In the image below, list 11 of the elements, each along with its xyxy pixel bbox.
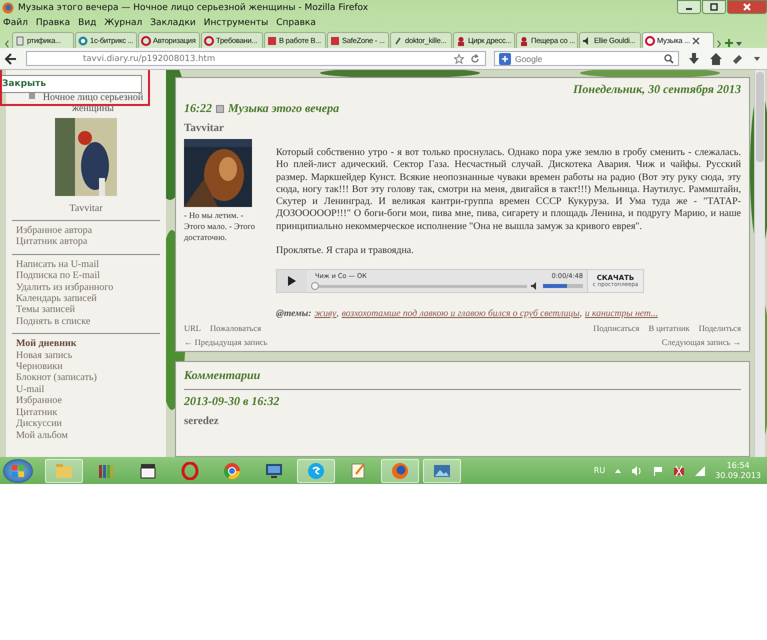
menu-item[interactable]: Журнал — [104, 18, 142, 28]
menu-item[interactable]: Закладки — [150, 18, 196, 28]
search-input[interactable]: Google — [515, 54, 660, 64]
menu-item[interactable]: Файл — [3, 18, 28, 28]
window-title: Музыка этого вечера — Ночное лицо серьезной женщины - Mozilla Firefox — [18, 3, 368, 13]
menu-item[interactable]: Правка — [36, 18, 70, 28]
menu-item[interactable]: Справка — [276, 18, 316, 28]
menu-item[interactable]: Инструменты — [204, 18, 268, 28]
search-field[interactable]: Google — [494, 51, 679, 66]
address-field[interactable]: tavvi.diary.ru/p192008013.htm — [26, 51, 486, 66]
menu-item[interactable]: Вид — [78, 18, 96, 28]
